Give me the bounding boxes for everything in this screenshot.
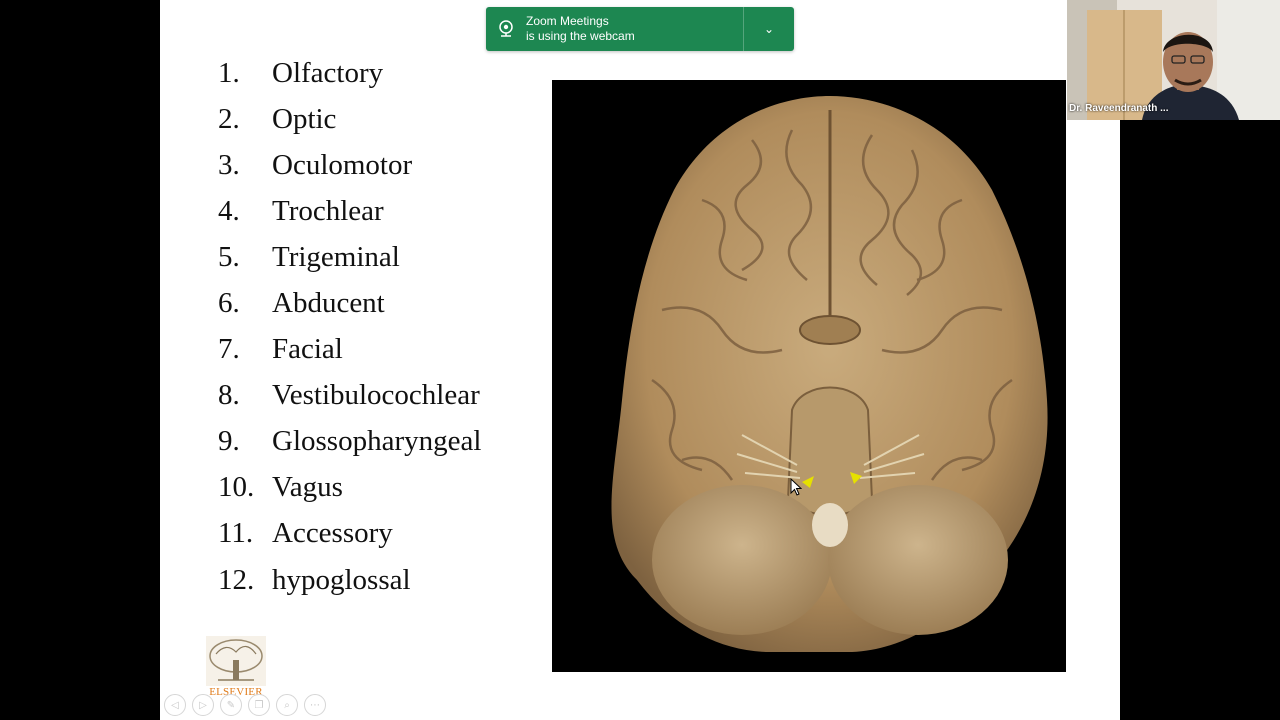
- item-number: 12.: [218, 563, 255, 596]
- list-item: 10. Vagus: [218, 465, 481, 511]
- list-item: 11. Accessory: [218, 511, 481, 557]
- nerve-name: Facial: [272, 333, 343, 366]
- item-number: 6.: [218, 287, 240, 320]
- list-item: 8. Vestibulocochlear: [218, 373, 481, 419]
- item-number: 10.: [218, 471, 255, 504]
- item-number: 5.: [218, 240, 240, 273]
- webcam-notification[interactable]: Zoom Meetings is using the webcam ⌄: [486, 7, 794, 51]
- prev-icon[interactable]: ◁: [164, 694, 186, 716]
- nerve-name: Vestibulocochlear: [272, 379, 480, 412]
- tree-icon: [206, 636, 266, 686]
- nerve-name: Oculomotor: [272, 148, 413, 181]
- list-item: 5. Trigeminal: [218, 234, 481, 280]
- cranial-nerve-list: 1. Olfactory 2. Optic 3. Oculomotor 4. Troch…: [218, 50, 481, 603]
- list-item: 3. Oculomotor: [218, 142, 481, 188]
- notification-title: Zoom Meetings: [526, 14, 609, 28]
- item-number: 3.: [218, 148, 240, 181]
- nerve-name: Trigeminal: [272, 240, 400, 273]
- chevron-down-icon[interactable]: ⌄: [744, 7, 794, 51]
- nerve-name: hypoglossal: [272, 563, 411, 596]
- presentation-slide: 1. Olfactory 2. Optic 3. Oculomotor 4. Troch…: [160, 0, 1120, 720]
- brain-illustration: [611, 96, 1048, 652]
- nerve-name: Glossopharyngeal: [272, 425, 482, 458]
- item-number: 11.: [218, 517, 254, 550]
- nerve-name: Trochlear: [272, 194, 384, 227]
- zoom-icon[interactable]: ⌕: [276, 694, 298, 716]
- item-number: 7.: [218, 333, 240, 366]
- list-item: 4. Trochlear: [218, 188, 481, 234]
- item-number: 2.: [218, 102, 240, 135]
- brain-image: [552, 80, 1066, 672]
- list-item: 1. Olfactory: [218, 50, 481, 96]
- play-icon[interactable]: ▷: [192, 694, 214, 716]
- list-item: 6. Abducent: [218, 280, 481, 326]
- list-item: 12. hypoglossal: [218, 557, 481, 603]
- notification-text: Zoom Meetings is using the webcam: [526, 7, 743, 51]
- webcam-feed: [1067, 0, 1280, 120]
- webcam-icon: [486, 7, 526, 51]
- nerve-name: Abducent: [272, 287, 385, 320]
- nerve-name: Accessory: [272, 517, 393, 550]
- item-number: 9.: [218, 425, 240, 458]
- slide-toolbar: ◁ ▷ ✎ ❐ ⌕ ⋯: [164, 694, 326, 716]
- item-number: 8.: [218, 379, 240, 412]
- participant-name: Dr. Raveendranath ...: [1069, 103, 1169, 114]
- notification-subtitle: is using the webcam: [526, 29, 635, 43]
- item-number: 1.: [218, 56, 240, 89]
- item-number: 4.: [218, 194, 240, 227]
- mouse-cursor-icon: [790, 478, 802, 496]
- elsevier-logo: ELSEVIER: [206, 636, 266, 700]
- list-item: 7. Facial: [218, 327, 481, 373]
- nerve-name: Optic: [272, 102, 337, 135]
- more-icon[interactable]: ⋯: [304, 694, 326, 716]
- nerve-name: Olfactory: [272, 56, 384, 89]
- nerve-name: Vagus: [272, 471, 343, 504]
- participant-video[interactable]: Dr. Raveendranath ...: [1067, 0, 1280, 120]
- list-item: 9. Glossopharyngeal: [218, 419, 481, 465]
- list-item: 2. Optic: [218, 96, 481, 142]
- copy-icon[interactable]: ❐: [248, 694, 270, 716]
- pen-icon[interactable]: ✎: [220, 694, 242, 716]
